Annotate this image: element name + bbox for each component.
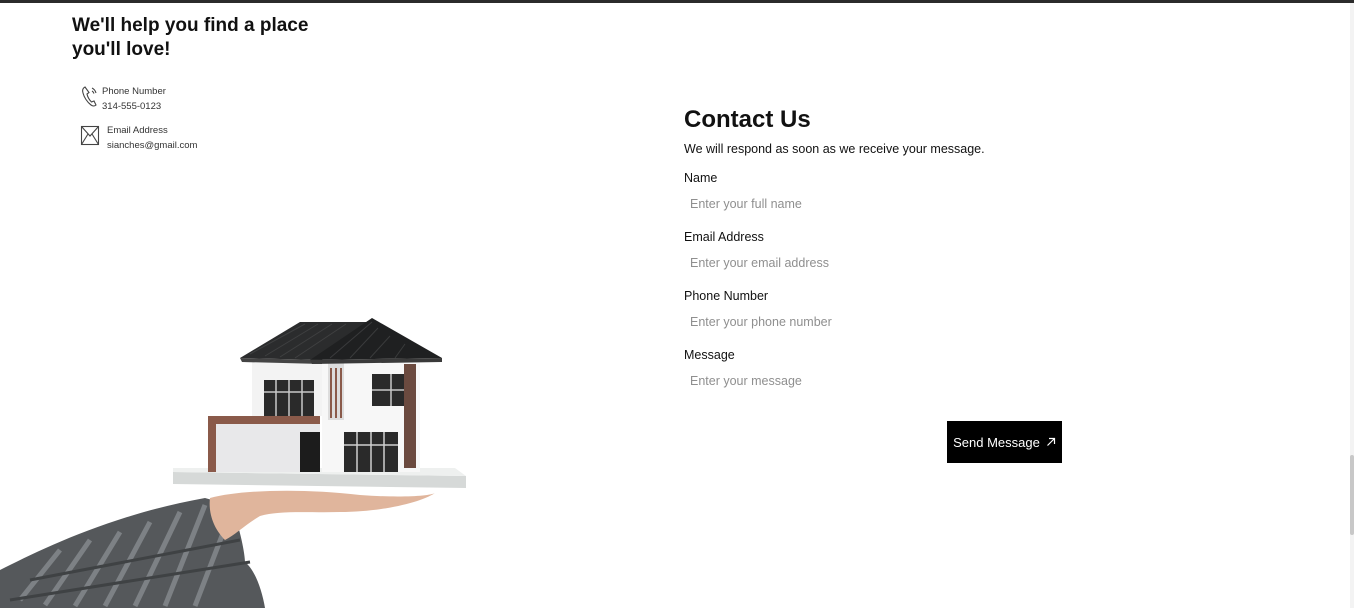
top-border	[0, 0, 1354, 3]
message-input[interactable]	[684, 370, 1066, 392]
name-input[interactable]	[684, 193, 1066, 215]
contact-title: Contact Us	[684, 106, 811, 133]
tagline-heading: We'll help you find a place you'll love!	[72, 15, 309, 60]
phone-label: Phone Number	[102, 86, 166, 97]
contact-form: Contact Us We will respond as soon as we…	[684, 105, 1066, 392]
email-input[interactable]	[684, 252, 1066, 274]
phone-contact-item: Phone Number 314-555-0123	[80, 84, 166, 114]
phone-icon	[82, 86, 97, 107]
scrollbar-thumb[interactable]	[1350, 455, 1354, 535]
contact-subtitle: We will respond as soon as we receive yo…	[684, 142, 985, 156]
email-field-label: Email Address	[684, 230, 764, 244]
contact-page: We'll help you find a place you'll love!…	[0, 0, 1354, 608]
arrow-up-right-icon	[1046, 437, 1055, 446]
send-message-button[interactable]: Send Message	[947, 421, 1062, 463]
phone-value: 314-555-0123	[102, 101, 162, 112]
send-message-label: Send Message	[953, 434, 1040, 450]
message-label: Message	[684, 348, 735, 362]
envelope-icon	[80, 125, 100, 146]
phone-input[interactable]	[684, 311, 1066, 333]
hand	[209, 490, 435, 540]
email-value: sianches@gmail.com	[107, 140, 198, 151]
hand-holding-house-image	[0, 318, 466, 608]
phone-field-label: Phone Number	[684, 289, 769, 303]
name-label: Name	[684, 171, 718, 185]
email-contact-item: Email Address sianches@gmail.com	[80, 123, 197, 153]
email-label: Email Address	[107, 125, 168, 136]
